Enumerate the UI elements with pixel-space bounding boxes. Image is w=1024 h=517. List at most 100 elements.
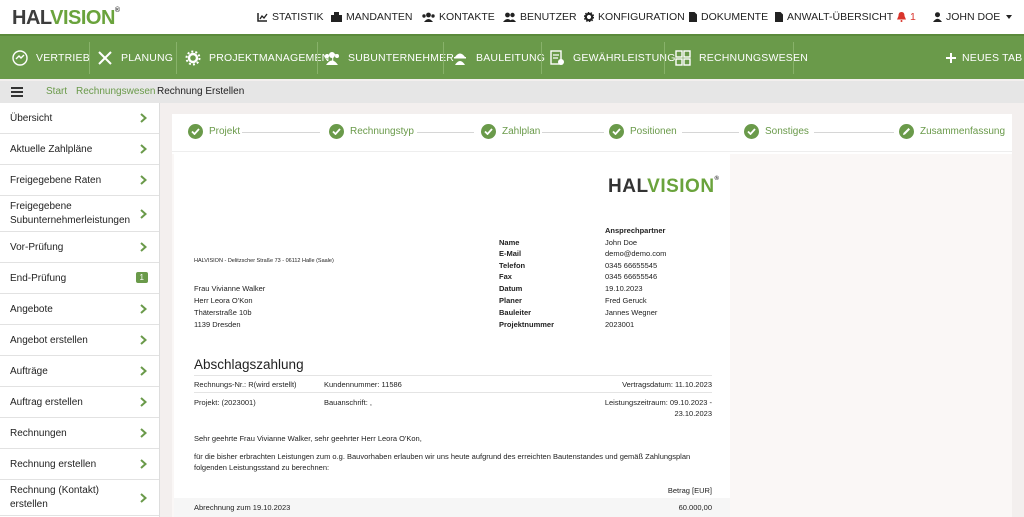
logo-text-hal: HAL (12, 7, 51, 29)
sidebar-item-label: Aktuelle Zahlpläne (10, 143, 93, 155)
topnav-label: ANWALT-ÜBERSICHT (787, 11, 894, 23)
document-icon (689, 12, 697, 22)
topnav-dokumente[interactable]: DOKUMENTE (689, 11, 768, 23)
check-icon (744, 124, 759, 139)
step-label: Projekt (209, 126, 241, 137)
sidebar-item-angebot-erstellen[interactable]: Angebot erstellen (0, 325, 159, 356)
pencil-icon (899, 124, 914, 139)
count-badge: 1 (135, 272, 148, 283)
breadcrumb-start[interactable]: Start (46, 86, 67, 97)
sidebar-item-label: Vor-Prüfung (10, 241, 64, 253)
user-icon (933, 12, 942, 22)
document-logo: HALVISION® (608, 176, 720, 197)
chart-icon (257, 13, 268, 22)
check-icon (188, 124, 203, 139)
topnav-anwalt-uebersicht[interactable]: ANWALT-ÜBERSICHT (775, 11, 893, 23)
breadcrumb-rechnungswesen[interactable]: Rechnungswesen (76, 86, 156, 97)
step-sonstiges[interactable]: Sonstiges (744, 124, 809, 139)
user-name: JOHN DOE (946, 11, 1001, 23)
sidebar-item-angebote[interactable]: Angebote (0, 294, 159, 325)
module-label: GEWÄHRLEISTUNG (573, 51, 676, 64)
chevron-right-icon (140, 304, 147, 314)
module-bauleitung[interactable]: BAULEITUNG (452, 36, 545, 79)
topnav-label: BENUTZER (520, 11, 577, 23)
topnav-benutzer[interactable]: BENUTZER (503, 11, 577, 23)
module-vertrieb[interactable]: VERTRIEB (12, 36, 90, 79)
body-text: folgenden Leistungsstand zu berechnen: (194, 463, 330, 472)
menu-toggle-icon[interactable] (11, 87, 23, 97)
halvision-logo[interactable]: HALVISION® (12, 7, 120, 30)
step-label: Zahlplan (502, 126, 541, 137)
chevron-right-icon (140, 208, 147, 219)
step-zahlplan[interactable]: Zahlplan (481, 124, 540, 139)
contact-value: 19.10.2023 (605, 284, 643, 293)
step-label: Rechnungstyp (350, 126, 414, 137)
module-subunternehmer[interactable]: SUBUNTERNEHMER (324, 36, 454, 79)
sidebar-item-rechnungen[interactable]: Rechnungen (0, 418, 159, 449)
sidebar-item-rechnung-erstellen[interactable]: Rechnung erstellen (0, 449, 159, 480)
sidebar-item-auftrag-erstellen[interactable]: Auftrag erstellen (0, 387, 159, 418)
contact-value: 0345 66655545 (605, 261, 658, 270)
step-projekt[interactable]: Projekt (188, 124, 240, 139)
recipient-line: Herr Leora O'Kon (194, 296, 253, 305)
sidebar-item-uebersicht[interactable]: Übersicht (0, 103, 159, 134)
sidebar-item-aktuelle-zahlplaene[interactable]: Aktuelle Zahlpläne (0, 134, 159, 165)
sidebar-item-end-pruefung[interactable]: End-Prüfung 1 (0, 263, 159, 294)
check-icon (481, 124, 496, 139)
module-planung[interactable]: PLANUNG (97, 36, 173, 79)
check-icon (329, 124, 344, 139)
chevron-right-icon (140, 242, 147, 252)
step-positionen[interactable]: Positionen (609, 124, 677, 139)
step-zusammenfassung[interactable]: Zusammenfassung (899, 124, 1005, 139)
contact-value: Jannes Wegner (605, 308, 658, 317)
logo-text-vision: VISION (50, 7, 115, 29)
step-rechnungstyp[interactable]: Rechnungstyp (329, 124, 414, 139)
module-projektmanagement[interactable]: PROJEKTMANAGEMENT (185, 36, 336, 79)
sidebar-item-vor-pruefung[interactable]: Vor-Prüfung (0, 232, 159, 263)
chevron-right-icon (140, 492, 147, 503)
sidebar-item-freigegebene-raten[interactable]: Freigegebene Raten (0, 165, 159, 196)
module-gewaehrleistung[interactable]: GEWÄHRLEISTUNG (549, 36, 676, 79)
sidebar-item-label: Freigegebene Subunternehmerleistungen (10, 200, 131, 226)
sidebar-item-label: End-Prüfung (10, 272, 67, 284)
topnav-label: KONTAKTE (439, 11, 495, 23)
topnav-mandanten[interactable]: MANDANTEN (331, 11, 413, 23)
user-menu[interactable]: JOHN DOE (933, 11, 1013, 23)
sales-icon (12, 49, 28, 66)
topnav-kontakte[interactable]: KONTAKTE (422, 11, 495, 23)
recipient-line: Frau Vivianne Walker (194, 284, 266, 293)
sidebar-item-rechnung-kontakt-erstellen[interactable]: Rechnung (Kontakt) erstellen (0, 480, 159, 516)
chevron-right-icon (140, 397, 147, 407)
contact-key: Fax (499, 272, 512, 281)
build-address: Bauanschrift: , (324, 398, 372, 407)
document-icon (775, 12, 783, 22)
sidebar: Übersicht Aktuelle Zahlpläne Freigegeben… (0, 103, 160, 517)
topnav-statistik[interactable]: STATISTIK (257, 11, 324, 23)
sidebar-item-label: Angebote (10, 303, 53, 315)
sidebar-item-label: Rechnung (Kontakt) erstellen (10, 484, 99, 510)
document-title: Abschlagszahlung (194, 357, 304, 372)
contact-value: Fred Geruck (605, 296, 647, 305)
sidebar-item-freigegebene-subunternehmerleistungen[interactable]: Freigegebene Subunternehmerleistungen (0, 196, 159, 232)
step-label: Positionen (630, 126, 677, 137)
chevron-right-icon (140, 175, 147, 185)
new-tab-button[interactable]: NEUES TAB (946, 36, 1022, 79)
contact-value: 2023001 (605, 320, 635, 329)
building-icon (331, 12, 342, 22)
top-bar: HALVISION® STATISTIK MANDANTEN KONTAKTE … (0, 0, 1024, 34)
module-rechnungswesen[interactable]: RECHNUNGSWESEN (675, 36, 808, 79)
invoice-number: Rechnungs-Nr.: R(wird erstellt) (194, 380, 297, 389)
plus-icon (946, 52, 956, 63)
main-panel: Projekt Rechnungstyp Zahlplan Positionen… (172, 114, 1012, 517)
topnav-label: DOKUMENTE (701, 11, 769, 23)
contact-key: Planer (499, 296, 522, 305)
project-ref: Projekt: (2023001) (194, 398, 256, 407)
notifications-button[interactable]: 1 (897, 11, 916, 23)
recipient-line: Thäterstraße 10b (194, 308, 252, 317)
users-icon (503, 12, 516, 22)
topnav-konfiguration[interactable]: KONFIGURATION (584, 11, 685, 23)
chevron-right-icon (140, 335, 147, 345)
module-label: NEUES TAB (962, 51, 1023, 64)
sidebar-item-auftraege[interactable]: Aufträge (0, 356, 159, 387)
cog-icon (185, 50, 201, 65)
